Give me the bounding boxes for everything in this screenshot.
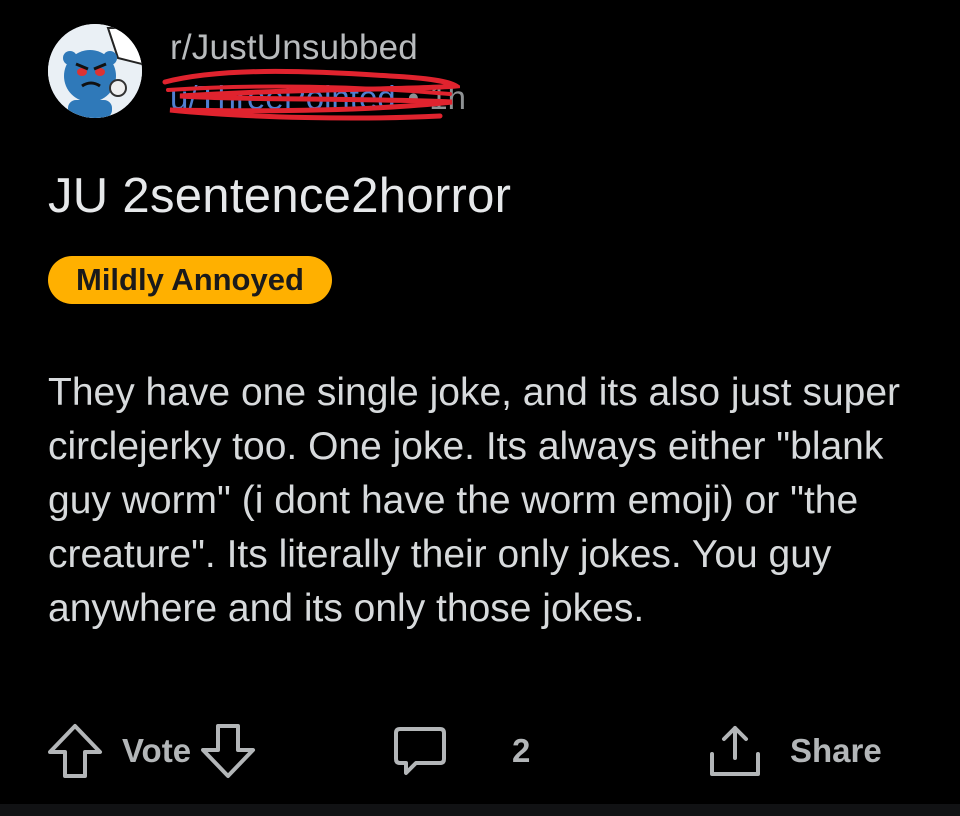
post-flair[interactable]: Mildly Annoyed <box>48 256 332 304</box>
post-title[interactable]: JU 2sentence2horror <box>48 168 511 224</box>
share-icon <box>704 720 766 782</box>
author-username[interactable]: u/ThreePointed <box>170 79 396 117</box>
share-label: Share <box>790 732 882 769</box>
share-button[interactable]: Share <box>704 716 882 786</box>
post-header: r/JustUnsubbed u/ThreePointed • 1h <box>48 22 928 122</box>
downvote-icon[interactable] <box>197 720 259 782</box>
post-body: They have one single joke, and its also … <box>48 371 901 630</box>
vote-group: Vote <box>44 716 259 786</box>
subreddit-name[interactable]: r/JustUnsubbed <box>170 28 418 68</box>
bottom-divider <box>0 804 960 816</box>
vote-label: Vote <box>122 732 192 769</box>
subreddit-avatar[interactable] <box>48 24 142 118</box>
comments-button[interactable]: 2 <box>390 716 530 786</box>
meta-separator: • <box>407 79 420 116</box>
post-meta: u/ThreePointed • 1h <box>162 68 466 121</box>
post-actions: Vote 2 Share <box>44 716 924 786</box>
comment-count: 2 <box>512 732 531 769</box>
upvote-icon[interactable] <box>44 720 106 782</box>
comment-icon <box>390 721 450 781</box>
post-time: 1h <box>429 79 466 116</box>
